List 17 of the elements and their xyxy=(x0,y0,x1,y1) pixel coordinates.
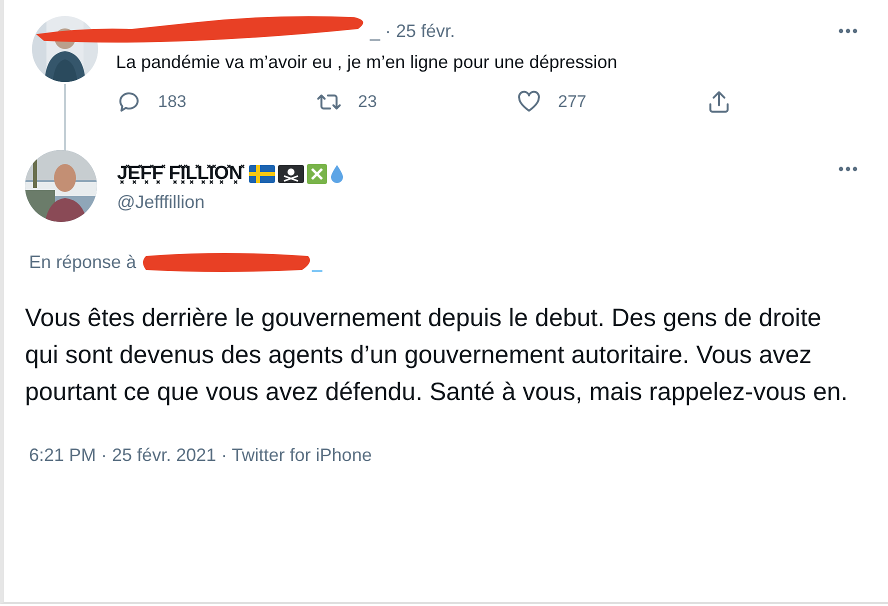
tweet-timestamp: 6:21 PM · 25 févr. 2021 · Twitter for iPhone xyxy=(29,445,373,466)
reply-label: En réponse à xyxy=(29,252,136,272)
cross-mark-icon xyxy=(306,164,327,184)
user-handle[interactable]: @Jefffillion xyxy=(117,192,344,212)
flag-icon xyxy=(248,164,275,182)
droplet-icon xyxy=(330,164,344,184)
action-count: 277 xyxy=(558,92,586,112)
skull-flag-icon xyxy=(278,164,304,182)
more-icon[interactable] xyxy=(838,166,858,172)
tweet-text: La pandémie va m’avoir eu , je m’en ligne pour une dépression xyxy=(116,52,618,73)
display-name[interactable]: J͓̽E͓̽F͓̽F͓̽ F͓̽I͓̽L͓̽L͓̽I͓̽O͓̽N͓̽ xyxy=(117,160,243,188)
tweet-text: Vous êtes derrière le gouvernement depuis le debut. Des gens de droite qui sont devenus des agents d’un gouvernement autoritaire. Vous avez pourtant ce que vous avez défendu. Santé à vous, mais rappelez-vous en. xyxy=(25,303,849,408)
reply-to-link[interactable]: _ xyxy=(312,252,322,272)
tweet-meta: _ · 25 févr. xyxy=(370,20,456,42)
more-icon[interactable] xyxy=(838,28,858,34)
action-count: 183 xyxy=(158,92,186,112)
action-count: 23 xyxy=(358,92,377,112)
